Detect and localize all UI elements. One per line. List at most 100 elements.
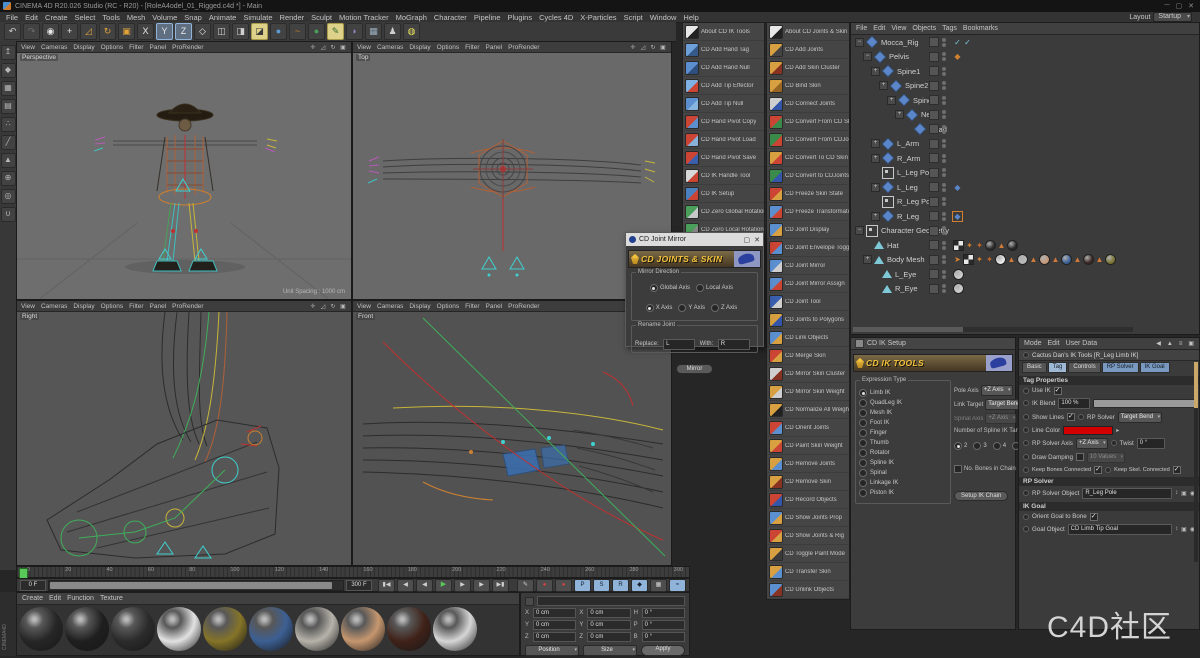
zoom-icon[interactable]: ◿ [319,44,327,51]
tri-tag-icon[interactable]: ▲ [1029,255,1038,264]
palette-item-cd-transfer-skin[interactable]: CD Transfer Skin [767,563,849,581]
render-region-icon[interactable]: ◨ [232,23,249,40]
key-parameter-button[interactable]: ◆ [631,579,648,592]
rotate-icon[interactable]: ↻ [329,44,337,51]
horizontal-scrollbar[interactable] [853,327,1133,332]
enable-toggle[interactable] [929,37,939,47]
key-rotation-button[interactable]: R [612,579,629,592]
record-keyframe-button[interactable]: ● [536,579,553,592]
om-menu-view[interactable]: View [891,25,906,32]
visibility-dots[interactable] [941,110,947,119]
material-tag-icon[interactable] [953,283,964,294]
expand-toggle[interactable]: + [871,212,880,221]
next-key-button[interactable]: ▶ [473,579,490,592]
viewport-menu-display[interactable]: Display [73,44,94,51]
field-link-icon[interactable]: ↕ [1175,490,1178,496]
viewport-menu-filter[interactable]: Filter [465,44,479,51]
expand-toggle[interactable]: + [895,110,904,119]
coord-field[interactable]: 0 cm [587,632,630,642]
mirror-global-axis-radio[interactable]: Global Axis [650,284,690,292]
om-menu-objects[interactable]: Objects [912,25,936,32]
character-object-icon[interactable]: ♟ [384,23,401,40]
material-sphere-3[interactable] [111,607,155,651]
expand-toggle[interactable]: − [863,52,872,61]
maximize-icon[interactable]: ▢ [1176,2,1183,10]
ikhandle-tag-icon[interactable]: ◆ [953,52,962,61]
x-axis-lock-icon[interactable]: X [137,23,154,40]
snap-settings-icon[interactable]: ∪ [1,207,16,222]
object-row-l-eye[interactable]: +L_Eye [851,267,1199,282]
goto-start-button[interactable]: ▮◀ [378,579,395,592]
visibility-dots[interactable] [941,81,947,90]
visibility-dots[interactable] [941,255,947,264]
object-row-r-leg[interactable]: +R_Leg◆ [851,209,1199,224]
field-browse-icon[interactable]: ▣ [1181,526,1187,533]
menu-pipeline[interactable]: Pipeline [474,13,501,22]
menu-volume[interactable]: Volume [152,13,177,22]
viewport-menu-options[interactable]: Options [101,44,123,51]
with-input[interactable]: R [718,339,750,350]
coord-mode-2-select[interactable]: Size [583,645,637,656]
viewport-canvas[interactable] [17,312,351,566]
keep-skel-checkbox[interactable] [1173,466,1181,474]
replace-input[interactable]: L [663,339,695,350]
primitive-object-icon[interactable]: ● [308,23,325,40]
menu-edit[interactable]: Edit [25,13,38,22]
palette-item-cd-ik-setup[interactable]: CD IK Setup [683,185,764,203]
expression-type-rotator[interactable]: Rotator [859,449,947,457]
zoom-icon[interactable]: ◿ [319,303,327,310]
visibility-dots[interactable] [941,226,947,235]
start-frame-field[interactable]: 0 F [20,580,46,591]
enable-toggle[interactable] [929,226,939,236]
tab-basic[interactable]: Basic [1022,362,1047,373]
material-sphere-4[interactable] [157,607,201,651]
palette-item-cd-convert-to-cdjoints[interactable]: CD Convert to CDJoints [767,167,849,185]
visibility-dots[interactable] [941,139,947,148]
palette-item-cd-add-tip-null[interactable]: CD Add Tip Null [683,95,764,113]
enable-toggle[interactable] [929,255,939,265]
palette-item-cd-add-hand-tag[interactable]: CD Add Hand Tag [683,41,764,59]
palette-item-cd-record-objects[interactable]: CD Record Objects [767,491,849,509]
object-row-hat[interactable]: +Hat✦✦▲ [851,238,1199,253]
expression-type-foot-ik[interactable]: Foot IK [859,419,947,427]
visibility-dots[interactable] [941,125,947,134]
coord-field[interactable]: 0 ° [642,608,685,618]
mirror-button[interactable]: Mirror [676,364,714,374]
material-tag-icon[interactable] [1105,254,1116,265]
pin-tag-icon[interactable]: ➤ [953,255,962,264]
menu-tools[interactable]: Tools [102,13,120,22]
orient-goal-checkbox[interactable] [1090,513,1098,521]
om-menu-tags[interactable]: Tags [942,25,957,32]
visibility-dots[interactable] [941,38,947,47]
array-object-icon[interactable]: ▦ [365,23,382,40]
live-selection-icon[interactable]: ◉ [42,23,59,40]
spline-pen-icon[interactable]: ~ [289,23,306,40]
coord-field[interactable]: 0 cm [587,620,630,630]
palette-item-cd-link-objects[interactable]: CD Link Objects [767,329,849,347]
viewport-front[interactable]: ViewCamerasDisplayOptionsFilterPanelProR… [352,300,672,566]
wrench-tag-icon[interactable]: ✦ [975,255,984,264]
goto-end-button[interactable]: ▶▮ [492,579,509,592]
vertical-scrollbar[interactable] [1194,362,1198,562]
viewport-menu-display[interactable]: Display [73,303,94,310]
visibility-dots[interactable] [941,284,947,293]
coordinate-system-icon[interactable]: ◇ [194,23,211,40]
rotate-icon[interactable]: ↻ [649,44,657,51]
palette-item-cd-add-hand-null[interactable]: CD Add Hand Null [683,59,764,77]
enable-toggle[interactable] [929,139,939,149]
viewport-menu-prorender[interactable]: ProRender [508,44,539,51]
viewport-menu-cameras[interactable]: Cameras [41,44,67,51]
viewport-perspective[interactable]: ViewCamerasDisplayOptionsFilterPanelProR… [16,41,352,300]
claw-tag-icon[interactable]: ✦ [985,255,994,264]
check-tag-icon[interactable]: ✓ [953,38,962,47]
points-mode-icon[interactable]: ∴ [1,117,16,132]
last-tool-icon[interactable]: ▣ [118,23,135,40]
undo-icon[interactable]: ↶ [4,23,21,40]
palette-item-cd-joint-display[interactable]: CD Joint Display [767,221,849,239]
pan-icon[interactable]: ✛ [309,303,317,310]
palette-item-cd-show-joints-rig[interactable]: CD Show Joints & Rig [767,527,849,545]
edges-mode-icon[interactable]: ╱ [1,135,16,150]
menu-mesh[interactable]: Mesh [127,13,145,22]
palette-item-cd-joint-envelope-toggle[interactable]: CD Joint Envelope Toggle [767,239,849,257]
viewport-canvas[interactable] [353,53,671,300]
